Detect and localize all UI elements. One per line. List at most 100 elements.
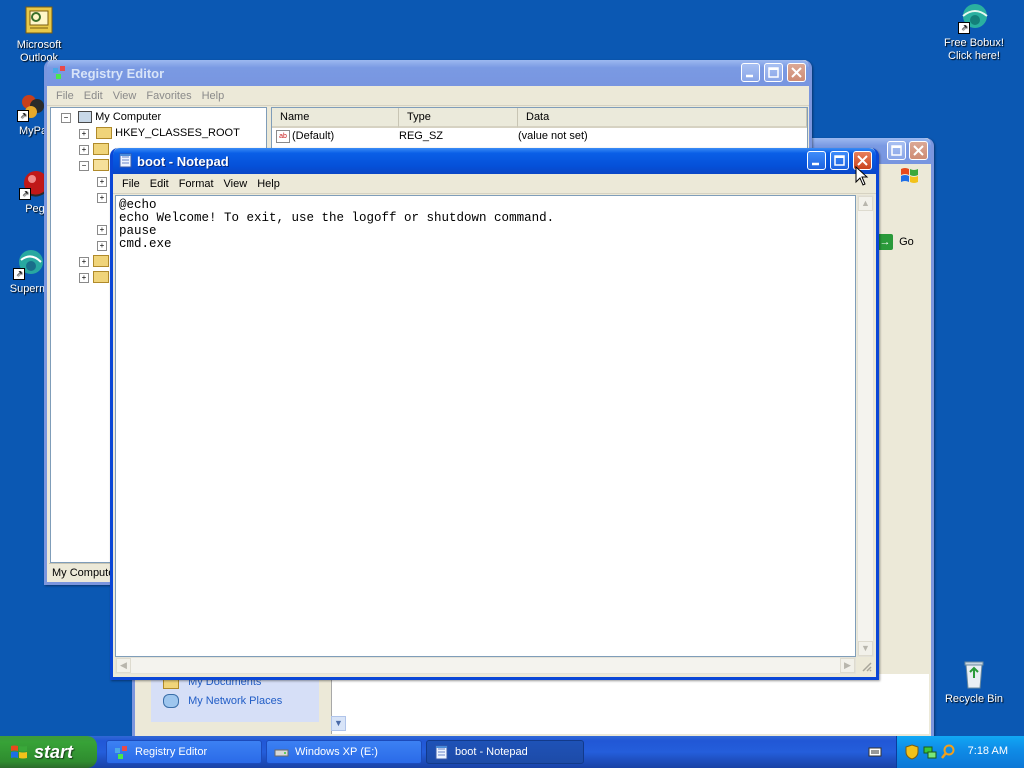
folder-icon [93,271,109,284]
menu-file[interactable]: File [51,90,79,102]
scroll-left-button[interactable]: ◀ [116,658,131,673]
taskbar-item-label: Registry Editor [135,746,208,758]
explorer-link-my-network-places[interactable]: My Network Places [163,694,282,708]
tree-expand-icon: + [79,273,89,283]
desktop-icon-label: Click here! [948,50,1000,62]
desktop-icon-label: Peg [25,203,45,215]
maximize-button[interactable] [764,63,783,82]
menu-edit[interactable]: Edit [145,178,174,190]
tree-expand-icon: + [97,241,107,251]
network-status-icon[interactable] [923,744,937,760]
explorer-link-label: My Network Places [188,695,283,707]
row-name: (Default) [292,130,335,142]
desktop-icon-label: Recycle Bin [944,693,1004,705]
ie-globe-icon: ↗ [958,2,990,34]
registry-title: Registry Editor [71,66,165,81]
notepad-text-area[interactable]: @echo echo Welcome! To exit, use the log… [115,195,856,657]
tree-item[interactable]: + [97,175,107,187]
scroll-down-button[interactable]: ▼ [858,641,873,656]
scroll-up-button[interactable]: ▲ [858,196,873,211]
desktop-icon-recycle-bin[interactable]: Recycle Bin [935,658,1013,706]
folder-open-icon [93,159,109,172]
row-type: REG_SZ [399,130,444,142]
go-button[interactable]: → Go [877,234,917,252]
taskbar-item-label: Windows XP (E:) [295,746,378,758]
notepad-window[interactable]: boot - Notepad File Edit Format View Hel… [110,148,879,680]
tree-expand-icon: + [79,145,89,155]
desktop-icon-free-bobux[interactable]: ↗ Free Bobux! Click here! [935,2,1013,63]
tree-expand-icon: + [97,225,107,235]
menu-favorites[interactable]: Favorites [141,90,196,102]
row-data: (value not set) [518,130,588,142]
desktop-icon-label: Superm [9,283,49,295]
desktop: Microsoft Outlook ↗ MyPa ↗ Peg ↗ Superm ↗… [0,0,1024,739]
desktop-icon-label: Free Bobux! [944,37,1004,49]
registry-menubar: File Edit View Favorites Help [47,86,809,106]
recycle-bin-icon [958,658,990,690]
computer-icon [78,111,93,124]
windows-logo-icon [10,744,28,760]
minimize-button[interactable] [807,151,826,170]
taskbar-item-registry-editor[interactable]: Registry Editor [106,740,262,764]
menu-edit[interactable]: Edit [79,90,108,102]
tree-item-hkey-classes-root[interactable]: + HKEY_CLASSES_ROOT [79,127,240,140]
menu-file[interactable]: File [117,178,145,190]
close-button[interactable] [787,63,806,82]
column-header-label: Name [280,111,310,123]
maximize-button[interactable] [830,151,849,170]
tree-expand-icon: + [79,257,89,267]
desktop-icon-label: Microsoft [16,39,62,51]
column-header-data[interactable]: Data [518,108,807,128]
menu-view[interactable]: View [108,90,142,102]
shortcut-arrow-icon: ↗ [19,188,31,200]
scroll-down-button[interactable]: ▼ [331,716,346,731]
menu-help[interactable]: Help [197,90,230,102]
column-header-type[interactable]: Type [399,108,518,128]
start-button[interactable]: start [0,736,97,768]
string-value-icon: ab [276,130,290,143]
search-icon[interactable] [941,744,955,760]
tree-item[interactable]: + [79,255,109,268]
clock[interactable]: 7:18 AM [968,745,1008,757]
horizontal-scrollbar[interactable]: ◀ ▶ [115,657,856,674]
tree-item[interactable]: + [79,143,109,156]
tree-collapse-icon: − [61,113,71,123]
menu-help[interactable]: Help [252,178,285,190]
tree-expand-icon: + [79,129,89,139]
vertical-scrollbar[interactable]: ▲ ▼ [857,195,874,657]
tree-item[interactable]: + [97,239,107,251]
network-icon [163,694,179,708]
menu-view[interactable]: View [219,178,253,190]
column-header-name[interactable]: Name [272,108,399,128]
tree-item[interactable]: + [79,271,109,284]
column-header-label: Data [526,111,550,123]
minimize-button[interactable] [741,63,760,82]
xp-logo-icon [899,166,921,186]
tree-expand-icon: + [97,193,107,203]
registry-titlebar[interactable]: Registry Editor [47,60,809,86]
tree-item-my-computer[interactable]: − My Computer [61,111,162,124]
close-button[interactable] [909,141,928,160]
maximize-button[interactable] [887,141,906,160]
keyboard-icon[interactable] [868,746,882,758]
drive-icon [274,745,289,760]
tree-item[interactable]: − [79,159,109,172]
taskbar-item-windows-xp-drive[interactable]: Windows XP (E:) [266,740,422,764]
regedit-icon [52,65,67,80]
folder-icon [93,143,109,156]
shortcut-arrow-icon: ↗ [958,22,970,34]
taskbar-item-notepad[interactable]: boot - Notepad [426,740,584,764]
resize-grip-icon[interactable] [857,657,874,674]
tree-item-label: My Computer [95,111,162,123]
scroll-right-button[interactable]: ▶ [840,658,855,673]
notepad-icon [434,745,449,760]
tree-item[interactable]: + [97,223,107,235]
tree-item[interactable]: + [97,191,107,203]
desktop-icon-outlook[interactable]: Microsoft Outlook [0,4,78,65]
security-shield-icon[interactable] [905,744,919,760]
shortcut-arrow-icon: ↗ [13,268,25,280]
menu-format[interactable]: Format [174,178,219,190]
table-row[interactable]: ab (Default) REG_SZ (value not set) [276,130,796,144]
desktop-icon-label: MyPa [18,125,48,137]
notepad-titlebar[interactable]: boot - Notepad [113,148,876,174]
